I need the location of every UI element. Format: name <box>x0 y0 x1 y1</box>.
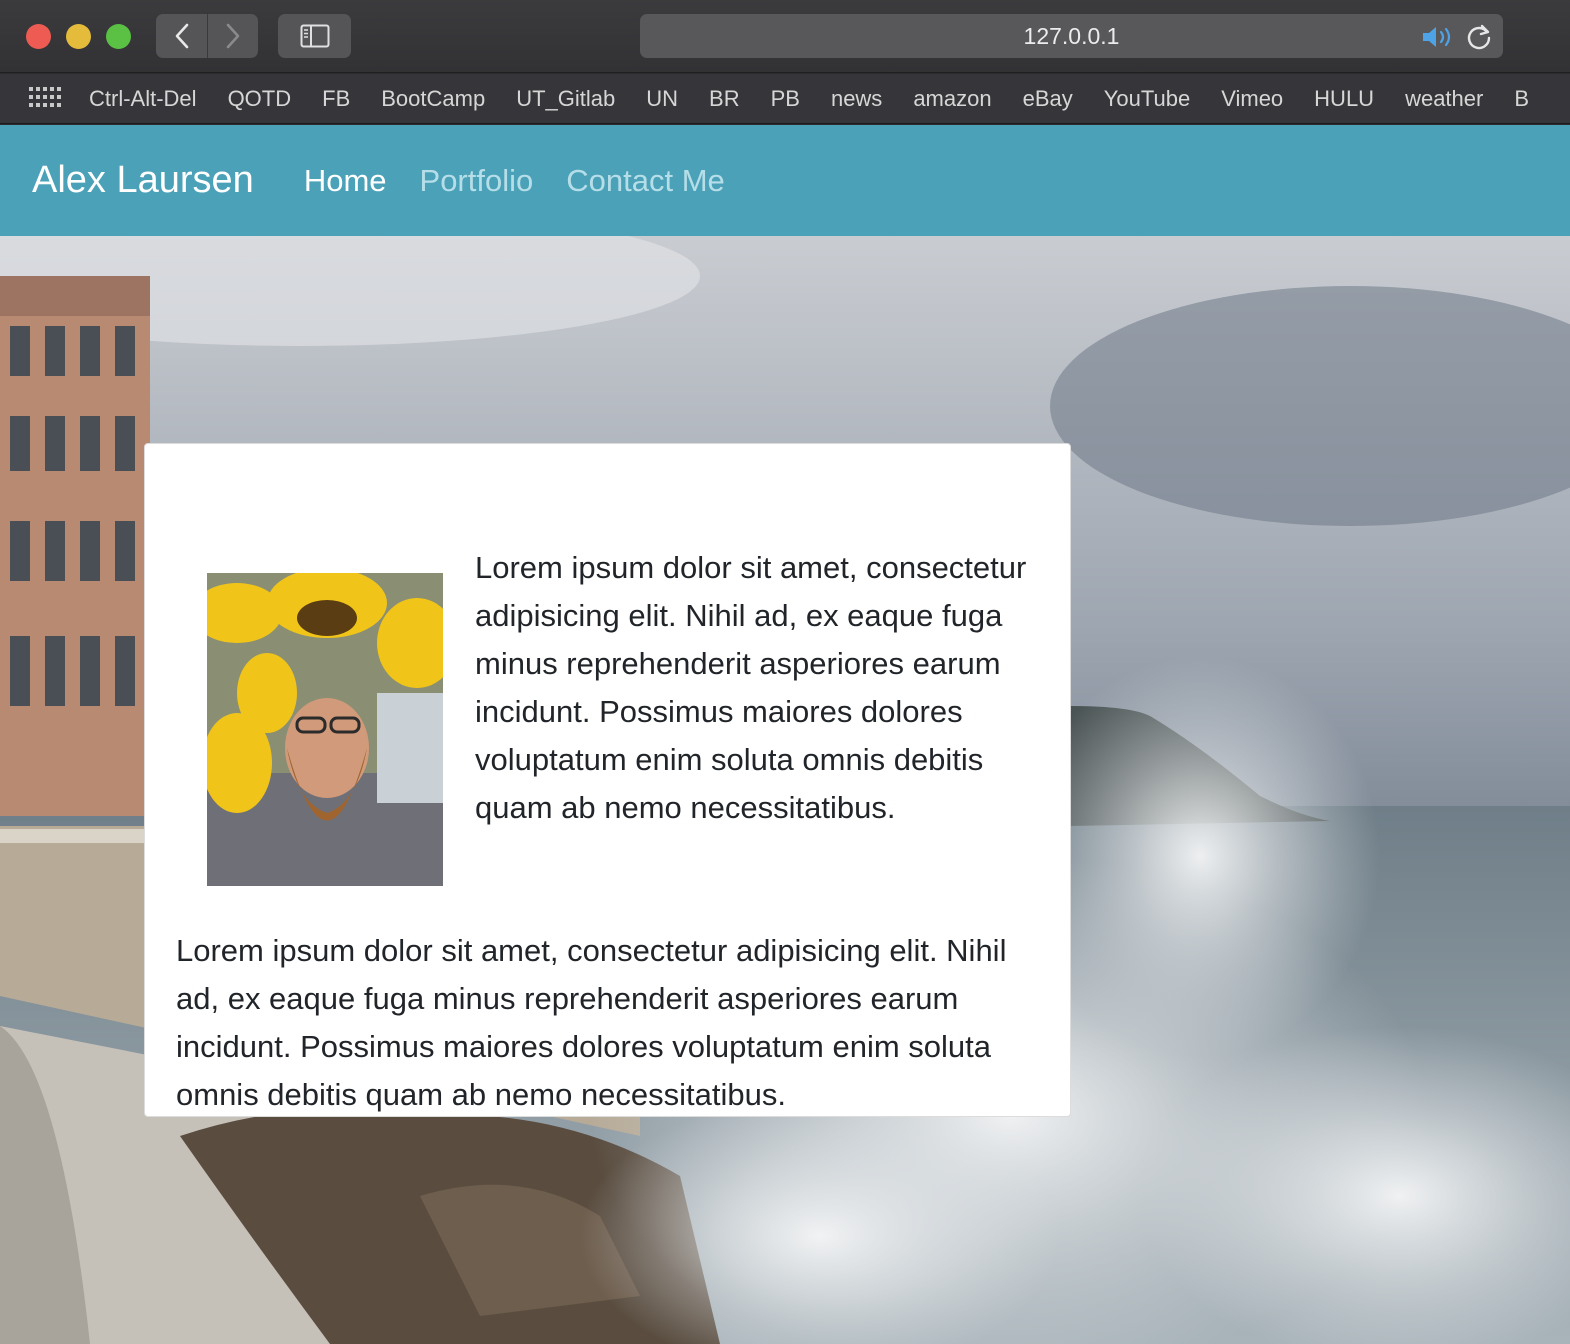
intro-paragraph: Lorem ipsum dolor sit amet, consectetur … <box>475 550 1027 825</box>
browser-titlebar: 127.0.0.1 <box>0 0 1570 73</box>
bookmark-ut-gitlab[interactable]: UT_Gitlab <box>516 86 615 112</box>
url-text[interactable]: 127.0.0.1 <box>640 14 1503 58</box>
history-nav <box>156 14 258 58</box>
forward-icon <box>226 23 240 49</box>
bookmark-ebay[interactable]: eBay <box>1023 86 1073 112</box>
bookmark-vimeo[interactable]: Vimeo <box>1221 86 1283 112</box>
bookmark-pb[interactable]: PB <box>771 86 800 112</box>
close-window-button[interactable] <box>26 24 51 49</box>
back-button[interactable] <box>156 14 207 58</box>
bookmarks-bar: Ctrl-Alt-Del QOTD FB BootCamp UT_Gitlab … <box>0 74 1570 124</box>
bookmark-weather[interactable]: weather <box>1405 86 1483 112</box>
sidebar-toggle-button[interactable] <box>278 14 351 58</box>
back-icon <box>175 23 188 49</box>
bookmark-overflow[interactable]: B <box>1514 86 1529 112</box>
site-brand[interactable]: Alex Laursen <box>32 159 254 202</box>
profile-photo <box>207 573 443 886</box>
bookmark-fb[interactable]: FB <box>322 86 350 112</box>
sidebar-icon <box>300 24 329 48</box>
bookmark-ctrl-alt-del[interactable]: Ctrl-Alt-Del <box>89 86 197 112</box>
bookmark-hulu[interactable]: HULU <box>1314 86 1374 112</box>
nav-home[interactable]: Home <box>304 163 387 199</box>
body-paragraph: Lorem ipsum dolor sit amet, consectetur … <box>176 933 1007 1112</box>
speaker-icon[interactable] <box>1421 24 1457 50</box>
nav-contact[interactable]: Contact Me <box>566 163 725 199</box>
reload-icon[interactable] <box>1465 23 1493 51</box>
bookmark-news[interactable]: news <box>831 86 882 112</box>
forward-button[interactable] <box>207 14 258 58</box>
address-bar[interactable]: 127.0.0.1 <box>640 14 1503 58</box>
hero-background: Lorem ipsum dolor sit amet, consectetur … <box>0 236 1570 1344</box>
apps-grid-icon[interactable] <box>29 86 61 111</box>
nav-portfolio[interactable]: Portfolio <box>420 163 534 199</box>
zoom-window-button[interactable] <box>106 24 131 49</box>
minimize-window-button[interactable] <box>66 24 91 49</box>
bookmark-un[interactable]: UN <box>646 86 678 112</box>
site-navbar: Alex Laursen Home Portfolio Contact Me <box>0 125 1570 236</box>
bookmark-amazon[interactable]: amazon <box>913 86 991 112</box>
bookmark-qotd[interactable]: QOTD <box>228 86 292 112</box>
page-viewport: Alex Laursen Home Portfolio Contact Me L… <box>0 125 1570 1344</box>
bookmark-bootcamp[interactable]: BootCamp <box>381 86 485 112</box>
bookmark-youtube[interactable]: YouTube <box>1104 86 1190 112</box>
about-card: Lorem ipsum dolor sit amet, consectetur … <box>144 443 1071 1117</box>
bookmark-br[interactable]: BR <box>709 86 740 112</box>
